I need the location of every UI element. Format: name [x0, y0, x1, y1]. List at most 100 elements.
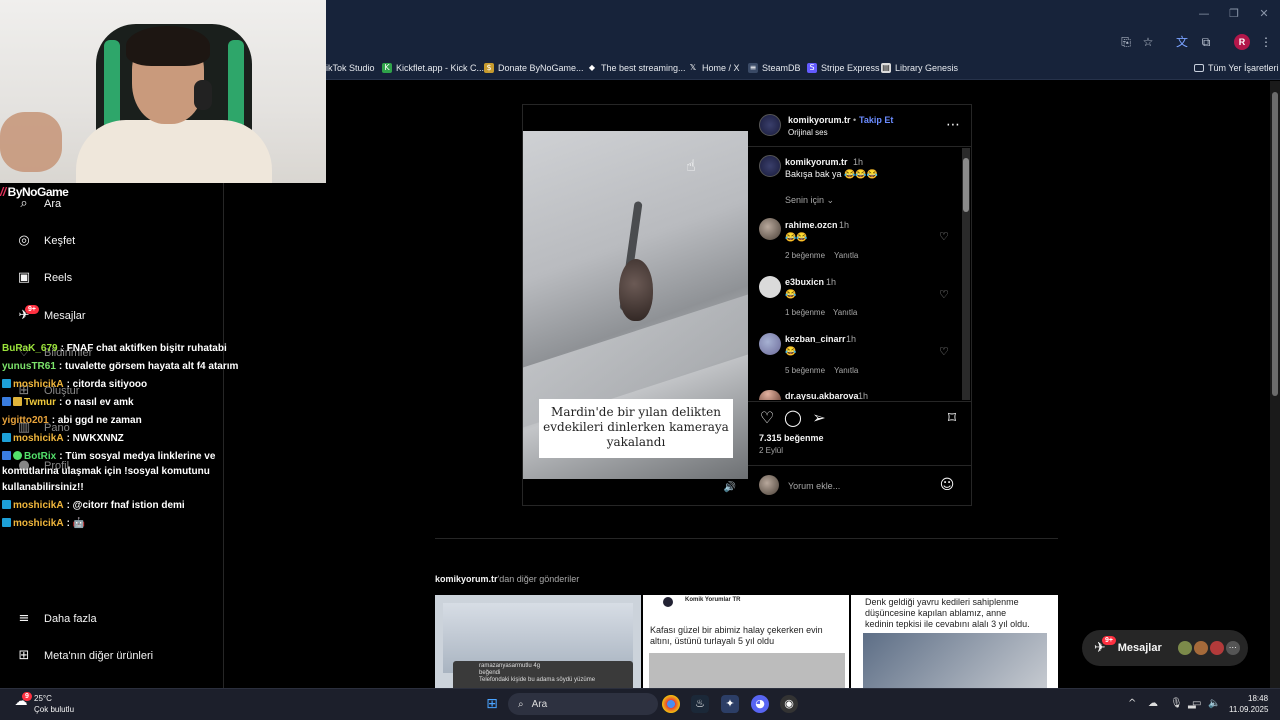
- follow-button[interactable]: Takip Et: [859, 115, 893, 125]
- comment-avatar[interactable]: [759, 276, 781, 298]
- bookmark-star-icon[interactable]: ☆: [1140, 34, 1156, 50]
- post-date: 2 Eylül: [759, 446, 784, 455]
- sidebar-item-more[interactable]: ≡ Daha fazla: [16, 608, 97, 630]
- clock-date[interactable]: 11.09.2025: [1229, 705, 1268, 714]
- page-scrollbar-thumb[interactable]: [1272, 92, 1278, 396]
- chat-badge-icon: [2, 397, 11, 406]
- discord-icon[interactable]: ◕: [751, 695, 769, 713]
- comment-avatar[interactable]: [759, 333, 781, 355]
- more-options-icon[interactable]: ⋯: [946, 117, 960, 133]
- comment-heart-icon[interactable]: ♡: [939, 230, 949, 243]
- separator-dot: •: [853, 115, 857, 125]
- comment-username[interactable]: e3buxicn: [785, 277, 824, 287]
- game-launcher-icon[interactable]: ✦: [721, 695, 739, 713]
- kickflet-icon: K: [382, 63, 392, 73]
- emoji-icon[interactable]: ☺: [938, 476, 956, 494]
- bookmark-steamdb[interactable]: ≡ SteamDB: [748, 61, 801, 75]
- weather-desc[interactable]: Çok bulutlu: [34, 705, 74, 714]
- comment-username[interactable]: kezban_cinarr: [785, 334, 846, 344]
- snake-head: [619, 259, 653, 321]
- section-divider: [435, 538, 1058, 539]
- windows-start-icon[interactable]: ⊞: [483, 695, 501, 713]
- save-bookmark-icon[interactable]: ⌑: [943, 409, 961, 427]
- speaker-icon[interactable]: 🔊: [723, 481, 737, 495]
- author-username[interactable]: komikyorum.tr: [788, 115, 851, 125]
- profile-avatar[interactable]: R: [1234, 34, 1250, 50]
- chat-message: yunusTR61: tuvalette görsem hayata alt f…: [2, 361, 239, 372]
- display-icon[interactable]: ▭: [1192, 698, 1201, 709]
- sidebar-item-explore[interactable]: ◎ Keşfet: [16, 230, 75, 252]
- taskbar-search[interactable]: ⌕ Ara: [508, 693, 658, 715]
- comment-avatar[interactable]: [759, 218, 781, 240]
- all-bookmarks[interactable]: Tüm Yer İşaretleri: [1194, 61, 1279, 75]
- comment-input[interactable]: Yorum ekle...: [788, 481, 840, 491]
- comment-likes[interactable]: 2 beğenme: [785, 251, 825, 260]
- comment-reply[interactable]: Yanıtla: [834, 366, 858, 375]
- hand-cursor-icon: ☝: [686, 156, 696, 175]
- sidebar-item-reels[interactable]: ▣ Reels: [16, 267, 72, 289]
- header-divider: [748, 146, 971, 147]
- post-video[interactable]: Mardin'de bir yılan delikten evdekileri …: [523, 105, 748, 505]
- bookmark-libgen[interactable]: ▤ Library Genesis: [881, 61, 958, 75]
- chair-stripe-left: [104, 40, 120, 130]
- grid-post-2[interactable]: Komik Yorumlar TR Kafası güzel bir abimi…: [643, 595, 849, 688]
- chat-message: moshicikA: NWKXNNZ: [2, 432, 124, 445]
- menu-kebab-icon[interactable]: ⋮: [1258, 34, 1274, 50]
- like-heart-icon[interactable]: ♡: [758, 409, 776, 427]
- grid-post-3[interactable]: Denk geldiği yavru kedileri sahiplenme d…: [851, 595, 1058, 688]
- install-app-icon[interactable]: ⎘: [1118, 34, 1134, 50]
- sidebar-item-meta[interactable]: ⊞ Meta'nın diğer ürünleri: [16, 645, 154, 667]
- maximize-icon[interactable]: ❐: [1226, 6, 1242, 22]
- grid-post-1[interactable]: ramazanyasarmutlu 4g beğendi Telefondaki…: [435, 595, 641, 688]
- card-3-text: Denk geldiği yavru kedileri sahiplenme d…: [865, 597, 1030, 629]
- streamer-hand: [0, 112, 62, 172]
- comment-heart-icon[interactable]: ♡: [939, 345, 949, 358]
- bookmark-kickflet[interactable]: K Kickflet.app - Kick C...: [382, 61, 484, 75]
- bookmark-x[interactable]: 𝕏 Home / X: [688, 61, 740, 75]
- comment-username[interactable]: rahime.ozcn: [785, 220, 838, 230]
- chrome-icon[interactable]: [662, 695, 680, 713]
- weather-temp[interactable]: 25°C: [34, 694, 52, 703]
- share-send-icon[interactable]: ➢: [810, 409, 828, 427]
- caption-username[interactable]: komikyorum.tr: [785, 157, 848, 167]
- minimize-icon[interactable]: —: [1196, 6, 1212, 22]
- comment-text: 😂😂: [785, 232, 808, 242]
- card-2-image: [649, 653, 845, 688]
- card-2-header: Komik Yorumlar TR: [685, 597, 741, 603]
- bot-badge-icon: [2, 451, 11, 460]
- author-avatar[interactable]: [759, 114, 781, 136]
- extensions-icon[interactable]: ⧉: [1198, 34, 1214, 50]
- comment-reply[interactable]: Yanıtla: [833, 308, 857, 317]
- bookmark-stripe[interactable]: S Stripe Express: [807, 61, 880, 75]
- bookmark-tiktok[interactable]: ikTok Studio: [326, 61, 375, 75]
- microphone-icon[interactable]: 🎙: [1170, 698, 1183, 709]
- close-icon[interactable]: ✕: [1256, 6, 1272, 22]
- messages-pill[interactable]: ✈ 9+ Mesajlar ⋯: [1082, 630, 1248, 666]
- obs-icon[interactable]: ◉: [780, 695, 798, 713]
- tray-chevron-icon[interactable]: ^: [1128, 698, 1136, 709]
- steam-icon[interactable]: ♨: [691, 695, 709, 713]
- comment-username[interactable]: dr.aysu.akbarova: [785, 391, 859, 400]
- clock-time[interactable]: 18:48: [1248, 694, 1268, 703]
- comment-time: 1h: [839, 220, 850, 230]
- diamond-icon: ◆: [588, 63, 596, 72]
- speaker-tray-icon[interactable]: 🔈: [1208, 698, 1220, 709]
- comment-likes[interactable]: 5 beğenme: [785, 366, 825, 375]
- bookmark-donate[interactable]: $ Donate ByNoGame...: [484, 61, 584, 75]
- comment-reply[interactable]: Yanıtla: [834, 251, 858, 260]
- more-posts-heading: komikyorum.tr'dan diğer gönderiler: [435, 574, 580, 584]
- bookmark-streaming[interactable]: ◆ The best streaming...: [587, 61, 686, 75]
- comments-scrollbar-thumb[interactable]: [963, 158, 969, 212]
- chat-message: Twmur: o nasıl ev amk: [2, 396, 134, 409]
- caption-text: Bakışa bak ya 😂😂😂: [785, 169, 878, 179]
- comment-bubble-icon[interactable]: ◯: [784, 409, 802, 427]
- comment-likes[interactable]: 1 beğenme: [785, 308, 825, 317]
- comment-heart-icon[interactable]: ♡: [939, 288, 949, 301]
- for-you-toggle[interactable]: Senin için ⌄: [785, 195, 834, 206]
- likes-count[interactable]: 7.315 beğenme: [759, 433, 824, 443]
- caption-avatar[interactable]: [759, 155, 781, 177]
- translate-icon[interactable]: 文: [1174, 34, 1190, 50]
- audio-label[interactable]: Orijinal ses: [788, 128, 828, 137]
- onedrive-icon[interactable]: ☁: [1148, 698, 1158, 709]
- stream-logo: //ByNoGame: [0, 185, 69, 199]
